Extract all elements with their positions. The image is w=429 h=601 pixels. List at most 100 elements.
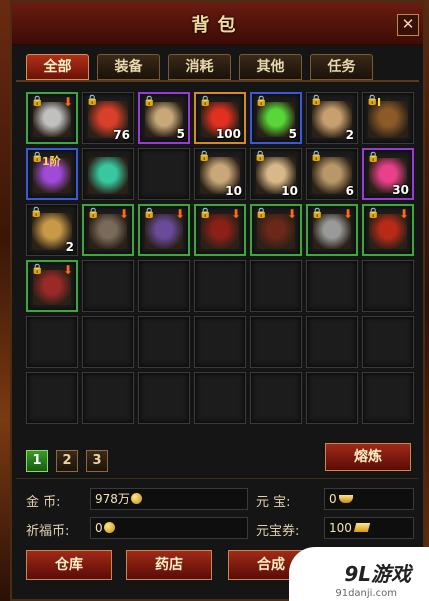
inventory-slot[interactable]: 🔒 ⬇	[362, 204, 414, 256]
tab-all[interactable]: 全部	[26, 54, 89, 80]
item-count: 5	[176, 127, 185, 141]
treasure-chest-icon	[368, 101, 408, 138]
inventory-slot[interactable]	[194, 316, 246, 368]
yuanbao-ticket-label: 元宝券:	[256, 524, 300, 539]
inventory-slot[interactable]	[138, 148, 190, 200]
inventory-slot[interactable]: 🔒 6	[306, 148, 358, 200]
lock-icon: 🔒	[254, 151, 267, 162]
inventory-slot[interactable]: 🔒 10	[194, 148, 246, 200]
inventory-slot[interactable]	[194, 260, 246, 312]
inventory-slot[interactable]	[82, 316, 134, 368]
inventory-slot[interactable]	[138, 260, 190, 312]
item-count: 2	[65, 240, 74, 254]
inventory-slot[interactable]	[138, 372, 190, 424]
item-count: 2	[345, 128, 354, 142]
inventory-slot[interactable]: 🔒 5	[250, 92, 302, 144]
tab-other[interactable]: 其他	[239, 54, 302, 80]
lock-icon: 🔒	[199, 208, 212, 219]
inventory-slot[interactable]	[250, 372, 302, 424]
item-count: 100	[215, 127, 241, 141]
blessing-label: 祈福币:	[26, 524, 70, 539]
inventory-slot[interactable]: 🔒 30	[362, 148, 414, 200]
lock-icon: 🔒	[255, 208, 268, 219]
inventory-slot[interactable]	[250, 260, 302, 312]
item-tier-badge: 1阶	[42, 155, 61, 168]
inventory-slot[interactable]: 🔒 ⬇	[306, 204, 358, 256]
inventory-slot[interactable]	[194, 372, 246, 424]
smelt-button[interactable]: 熔炼	[325, 443, 411, 471]
inventory-slot[interactable]: 🔒 10	[250, 148, 302, 200]
inventory-slot[interactable]: 🔒 ⬇	[82, 204, 134, 256]
inventory-slot[interactable]	[306, 316, 358, 368]
inventory-slot[interactable]: 🔒 ⬇	[138, 204, 190, 256]
lock-icon: 🔒	[87, 208, 100, 219]
inventory-slot[interactable]: 🔒 5	[138, 92, 190, 144]
inventory-slot[interactable]: 🔒 ⬇	[26, 260, 78, 312]
page-button-2[interactable]: 2	[56, 450, 78, 472]
gold-label: 金 币:	[26, 495, 61, 510]
inventory-slot[interactable]	[26, 372, 78, 424]
inventory-slot[interactable]: 🔒 2	[26, 204, 78, 256]
gold-value: 978万	[95, 492, 130, 506]
title-bar[interactable]: 背包 ✕	[12, 2, 423, 46]
divider	[16, 478, 419, 479]
inventory-slot[interactable]: 🔒 76	[82, 92, 134, 144]
inventory-slot[interactable]	[306, 260, 358, 312]
inventory-slot[interactable]: 🔒 1阶	[26, 148, 78, 200]
lock-icon: 🔒	[367, 152, 380, 163]
warehouse-button[interactable]: 仓库	[26, 550, 112, 580]
item-count: 10	[225, 184, 242, 198]
inventory-slot[interactable]: 🔒 ⬇	[250, 204, 302, 256]
inventory-slot[interactable]: 🔒 I	[362, 92, 414, 144]
inventory-slot[interactable]	[362, 372, 414, 424]
upgrade-arrow-icon: ⬇	[342, 207, 353, 221]
yuanbao-ticket-value: 100	[329, 521, 352, 535]
upgrade-arrow-icon: ⬇	[174, 207, 185, 221]
item-count: 5	[288, 127, 297, 141]
inventory-slot[interactable]	[26, 316, 78, 368]
tab-underline	[16, 80, 419, 82]
lock-icon: 🔒	[310, 95, 323, 106]
yuanbao-ticket-value-field: 100	[324, 517, 414, 539]
inventory-slot[interactable]: 🔒 100	[194, 92, 246, 144]
inventory-slot[interactable]	[82, 372, 134, 424]
inventory-slot[interactable]: 🔒 ⬇	[194, 204, 246, 256]
lock-icon: 🔒	[31, 96, 44, 107]
tab-equipment[interactable]: 装备	[97, 54, 160, 80]
upgrade-arrow-icon: ⬇	[286, 207, 297, 221]
site-watermark: 9L游戏 91danji.com	[289, 547, 429, 601]
inventory-slot[interactable]	[138, 316, 190, 368]
inventory-slot[interactable]	[82, 148, 134, 200]
item-count: 76	[113, 128, 130, 142]
upgrade-arrow-icon: ⬇	[62, 263, 73, 277]
page-button-3[interactable]: 3	[86, 450, 108, 472]
gold-value-field: 978万	[90, 488, 248, 510]
blessing-coin-icon	[103, 522, 115, 533]
upgrade-arrow-icon: ⬇	[62, 95, 73, 109]
inventory-slot[interactable]	[306, 372, 358, 424]
inventory-slot[interactable]	[82, 260, 134, 312]
lock-icon: 🔒	[143, 208, 156, 219]
inventory-slot[interactable]: 🔒 ⬇	[26, 92, 78, 144]
lock-icon: 🔒	[255, 96, 268, 107]
lock-icon: 🔒	[367, 208, 380, 219]
lock-icon: 🔒	[31, 264, 44, 275]
tab-consumables[interactable]: 消耗	[168, 54, 231, 80]
upgrade-arrow-icon: ⬇	[398, 207, 409, 221]
pharmacy-button[interactable]: 药店	[126, 550, 212, 580]
yuanbao-ingot-icon	[338, 495, 353, 503]
lock-icon: 🔒	[143, 96, 156, 107]
item-count: 10	[281, 184, 298, 198]
inventory-panel: 背包 ✕ 全部 装备 消耗 其他 任务 🔒 ⬇ 🔒 76 🔒 5 🔒 100 🔒 5 🔒 2 🔒 I 🔒 1阶…	[10, 0, 425, 601]
yuanbao-value-field: 0	[324, 488, 414, 510]
inventory-slot[interactable]	[362, 316, 414, 368]
tab-quest[interactable]: 任务	[310, 54, 373, 80]
item-tier-badge: I	[377, 96, 382, 109]
inventory-slot[interactable]	[362, 260, 414, 312]
inventory-slot[interactable]: 🔒 2	[306, 92, 358, 144]
upgrade-arrow-icon: ⬇	[118, 207, 129, 221]
page-button-1[interactable]: 1	[26, 450, 48, 472]
inventory-slot[interactable]	[250, 316, 302, 368]
lock-icon: 🔒	[198, 151, 211, 162]
close-icon[interactable]: ✕	[397, 14, 419, 36]
